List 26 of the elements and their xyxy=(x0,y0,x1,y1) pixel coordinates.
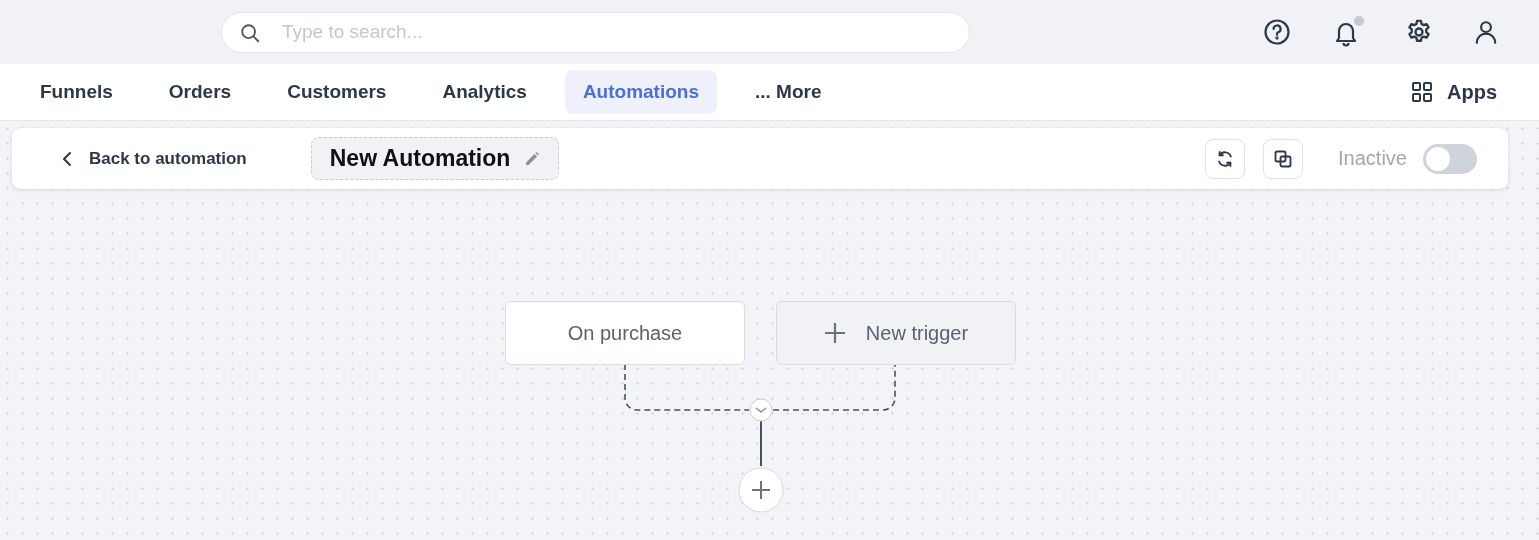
nav-tab[interactable]: Funnels xyxy=(22,70,131,114)
pencil-icon xyxy=(524,150,541,167)
refresh-button[interactable] xyxy=(1205,138,1246,179)
nav-tab[interactable]: Automations xyxy=(564,70,717,114)
nav-tab[interactable]: ... More xyxy=(737,70,840,114)
plus-icon xyxy=(823,322,846,344)
back-link[interactable]: Back to automation xyxy=(61,148,247,169)
connector-line xyxy=(760,420,762,467)
trigger-node[interactable]: On purchase xyxy=(505,301,745,365)
duplicate-button[interactable] xyxy=(1263,138,1304,179)
status-label: Inactive xyxy=(1338,147,1407,170)
nav-tab[interactable]: Customers xyxy=(269,70,405,114)
grid-icon xyxy=(1411,81,1433,103)
new-trigger-button[interactable]: New trigger xyxy=(776,301,1016,365)
toggle-switch[interactable] xyxy=(1423,143,1477,174)
nav-tab[interactable]: Orders xyxy=(150,70,250,114)
apps-button[interactable]: Apps xyxy=(1411,80,1497,104)
copy-icon xyxy=(1273,148,1294,169)
collapse-button[interactable] xyxy=(749,398,773,422)
title-field[interactable]: New Automation xyxy=(310,137,560,180)
nav-tab[interactable]: Analytics xyxy=(424,70,545,114)
chevron-left-icon xyxy=(61,150,73,167)
search-field[interactable]: Type to search... xyxy=(221,11,970,53)
add-step-button[interactable] xyxy=(738,467,784,513)
help-icon[interactable] xyxy=(1263,18,1291,46)
user-icon[interactable] xyxy=(1473,19,1499,45)
